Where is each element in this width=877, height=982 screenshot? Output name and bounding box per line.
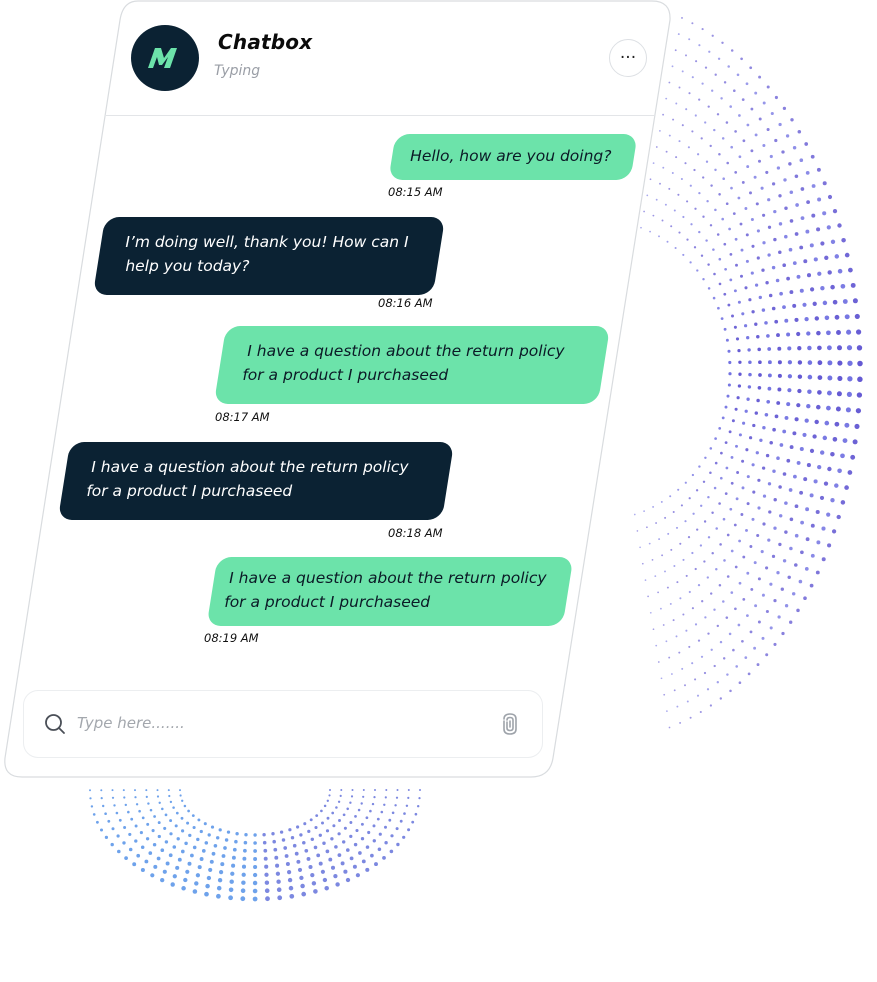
message-bubble-user: I have a question about the return polic… xyxy=(206,557,574,626)
message-bubble-bot: I’m doing well, thank you! How can I hel… xyxy=(92,217,446,295)
more-options-button[interactable]: ··· xyxy=(609,39,647,77)
message-text: I have a question about the return polic… xyxy=(86,458,409,500)
chat-window: Chatbox Typing ··· Hello, how are you do… xyxy=(0,0,877,982)
brand-logo-icon xyxy=(148,48,177,68)
paperclip-icon[interactable] xyxy=(497,711,523,737)
avatar xyxy=(131,25,199,91)
message-time: 08:19 AM xyxy=(204,631,259,645)
header-divider xyxy=(106,115,654,116)
message-input[interactable] xyxy=(77,711,477,735)
message-bubble-bot: I have a question about the return polic… xyxy=(57,442,455,520)
message-time: 08:17 AM xyxy=(215,410,270,424)
typing-status: Typing xyxy=(214,63,261,79)
message-time: 08:18 AM xyxy=(388,526,443,540)
message-time: 08:15 AM xyxy=(388,185,443,199)
message-text: I have a question about the return polic… xyxy=(242,342,565,384)
message-text: I have a question about the return polic… xyxy=(224,569,547,611)
search-icon[interactable] xyxy=(43,712,67,736)
message-bubble-user: Hello, how are you doing? xyxy=(388,134,638,180)
chat-title: Chatbox xyxy=(218,30,313,54)
message-time: 08:16 AM xyxy=(378,296,433,310)
message-bubble-user: I have a question about the return polic… xyxy=(213,326,611,404)
message-text: Hello, how are you doing? xyxy=(410,147,612,165)
message-text: I’m doing well, thank you! How can I hel… xyxy=(125,233,409,275)
more-dots-icon: ··· xyxy=(619,47,637,68)
